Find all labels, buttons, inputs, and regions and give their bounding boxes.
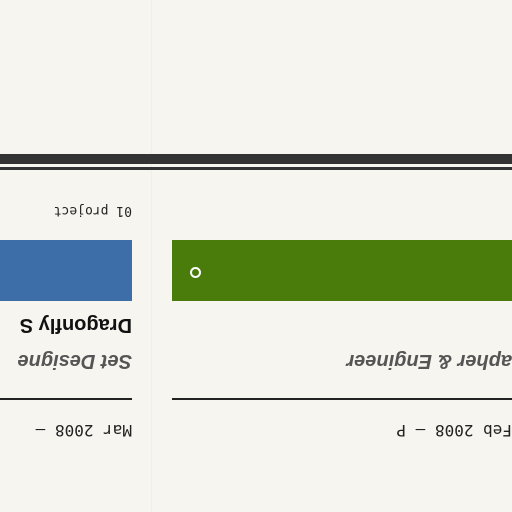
card-dates: Mar 2008 –	[35, 421, 132, 440]
card-dates: Feb 2008 – P	[396, 421, 512, 440]
card-role: Set Designe	[17, 350, 132, 372]
card-color-bar	[172, 240, 512, 301]
card-divider	[172, 398, 512, 400]
card-color-bar	[0, 240, 132, 301]
column-divider	[151, 0, 152, 512]
timeline-stage: 01 project Dragonfly S Set Designe Mar 2…	[0, 0, 512, 512]
project-card-dragonfly[interactable]: Dragonfly S Set Designe Mar 2008 –	[0, 0, 132, 512]
status-dot-icon	[190, 267, 201, 278]
card-role: apher & Engineer	[346, 350, 512, 372]
project-card-engineer[interactable]: apher & Engineer Feb 2008 – P	[172, 0, 512, 512]
card-divider	[0, 398, 132, 400]
card-title: Dragonfly S	[19, 314, 132, 336]
